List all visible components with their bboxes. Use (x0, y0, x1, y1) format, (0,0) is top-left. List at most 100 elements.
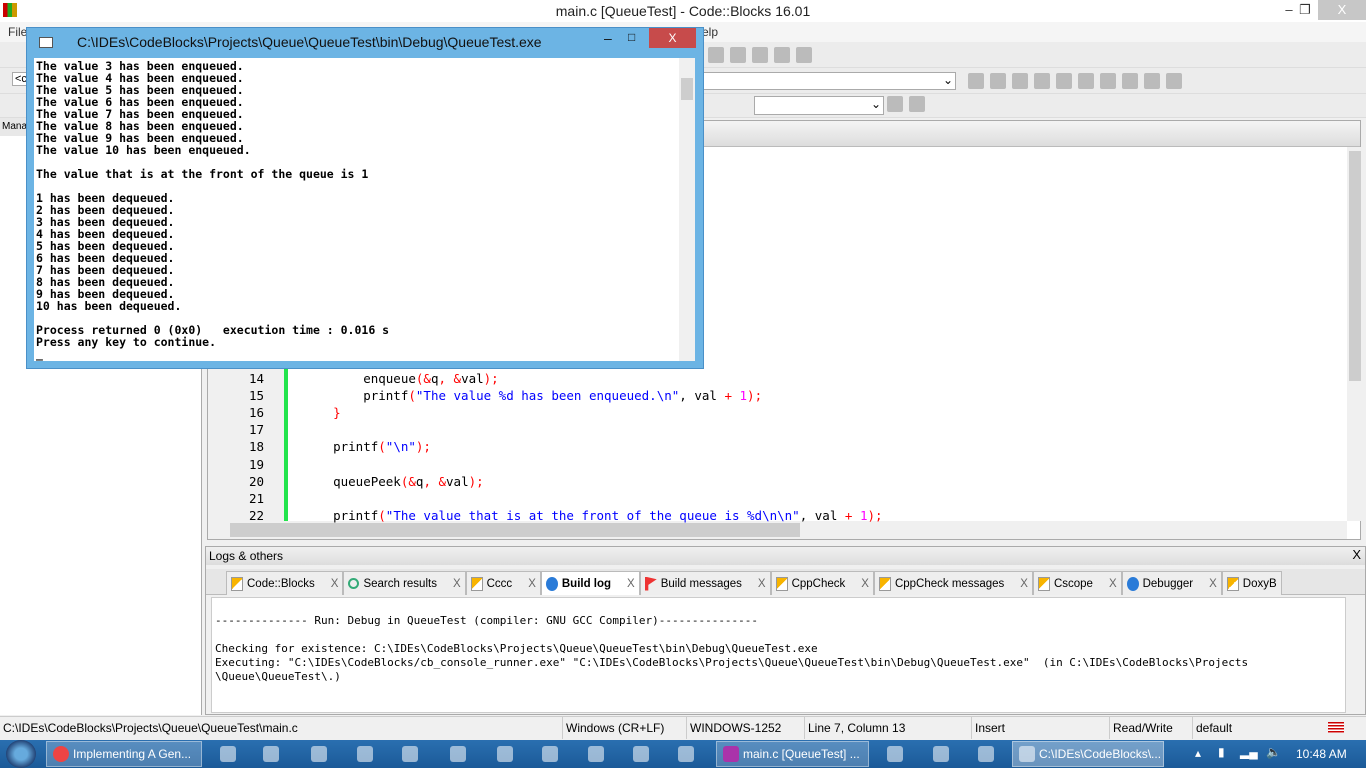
status-file-path: C:\IDEs\CodeBlocks\Projects\Queue\QueueT… (3, 721, 298, 735)
console-maximize-button[interactable]: □ (628, 30, 635, 44)
tab-cccc[interactable]: Cccc X (465, 571, 541, 595)
tab-close-icon[interactable]: X (441, 578, 461, 590)
tab-label: Code::Blocks (247, 577, 315, 590)
tab-debugger[interactable]: Debugger X (1121, 571, 1222, 595)
status-profile: default (1192, 717, 1232, 739)
tab-cppcheck-messages[interactable]: CppCheck messages X (873, 571, 1033, 595)
taskbar-codeblocks[interactable]: main.c [QueueTest] ... (716, 741, 869, 767)
android-icon[interactable] (933, 746, 949, 762)
doxy-icon[interactable] (1056, 73, 1072, 89)
taskbar-console[interactable]: C:\IDEs\CodeBlocks\... (1012, 741, 1164, 767)
tab-close-icon[interactable]: X (849, 578, 869, 590)
replace-icon[interactable] (909, 96, 925, 112)
build-log-output: -------------- Run: Debug in QueueTest (… (211, 597, 1346, 713)
console-scroll-thumb[interactable] (681, 78, 693, 100)
app-icon[interactable] (357, 746, 373, 762)
logs-title: Logs & others (209, 549, 284, 563)
menu-file[interactable]: File (8, 25, 27, 39)
ie-icon[interactable] (220, 746, 236, 762)
console-minimize-button[interactable]: ‒ (604, 30, 612, 46)
menu-help[interactable]: elp (702, 22, 718, 42)
app-icon[interactable] (678, 746, 694, 762)
editor-horizontal-scroll-thumb[interactable] (230, 523, 800, 537)
tab-cppcheck[interactable]: CppCheck X (770, 571, 874, 595)
battery-icon[interactable]: ▮ (1218, 745, 1225, 759)
tab-close-icon[interactable]: X (1197, 578, 1217, 590)
steam-icon[interactable] (588, 746, 604, 762)
code-token: ); (483, 371, 499, 386)
tab-build-messages[interactable]: Build messages X (639, 571, 771, 595)
stop-icon[interactable] (752, 47, 768, 63)
search-combo[interactable]: ⌄ (754, 96, 884, 115)
logs-vertical-scrollbar[interactable] (1347, 597, 1362, 713)
tab-close-icon[interactable]: X (746, 578, 766, 590)
console-scrollbar[interactable] (679, 58, 695, 361)
code-token: "The value %d has been enqueued.\n" (415, 388, 680, 404)
code-token: ); (468, 473, 484, 489)
info-icon[interactable] (796, 47, 812, 63)
app-icon[interactable] (978, 746, 994, 762)
maximize-button[interactable]: ❐ (1290, 0, 1320, 20)
line-number: 15 (248, 388, 264, 404)
code-line: queuePeek(&q, &val); (303, 474, 484, 489)
tab-label: CppCheck (791, 577, 846, 590)
volume-icon[interactable]: 🔈 (1266, 745, 1281, 759)
gamepad-icon[interactable] (633, 746, 649, 762)
settings-icon[interactable] (1100, 73, 1116, 89)
tab-search-results[interactable]: Search results X (343, 571, 466, 595)
network-icon[interactable]: ▂▄ (1240, 745, 1258, 759)
app-title-bar: main.c [QueueTest] - Code::Blocks 16.01 (0, 0, 1366, 22)
code-token: "The value that is at the front of the q… (385, 507, 800, 523)
run-icon[interactable] (708, 47, 724, 63)
window-title: main.c [QueueTest] - Code::Blocks 16.01 (555, 3, 811, 19)
tab-label: CppCheck messages (894, 577, 1005, 590)
app-icon[interactable] (450, 746, 466, 762)
tab-build-log[interactable]: Build log X (540, 571, 640, 595)
logs-panel: Logs & others X Code::Blocks X Search resu… (205, 546, 1366, 715)
search-icon[interactable] (887, 96, 903, 112)
pause-icon[interactable] (730, 47, 746, 63)
app-icon[interactable] (497, 746, 513, 762)
run-to-cursor-icon[interactable] (990, 73, 1006, 89)
debug-window-icon[interactable] (774, 47, 790, 63)
code-line: printf("\n"); (303, 439, 431, 454)
uncomment-icon[interactable] (1034, 73, 1050, 89)
search-icon (348, 578, 360, 589)
function-combo[interactable]: ⌄ (700, 72, 956, 90)
language-flag-icon (1328, 722, 1344, 733)
tab-close-icon[interactable]: X (1097, 578, 1117, 590)
tab-cscope[interactable]: Cscope X (1032, 571, 1122, 595)
app-icon[interactable] (263, 746, 279, 762)
code-token: + (844, 507, 860, 523)
app-icon[interactable] (311, 746, 327, 762)
tab-code-blocks[interactable]: Code::Blocks X (226, 571, 344, 595)
tab-label: Build log (561, 577, 612, 590)
tab-close-icon[interactable]: X (1008, 578, 1028, 590)
bookmark-icon[interactable] (1144, 73, 1160, 89)
editor-vertical-scroll-thumb[interactable] (1349, 151, 1361, 381)
logs-close-button[interactable]: X (1352, 547, 1361, 562)
notepad-icon[interactable] (887, 746, 903, 762)
tray-overflow-icon[interactable]: ▴ (1195, 746, 1201, 760)
note-icon (878, 576, 891, 591)
tab-close-icon[interactable]: X (516, 578, 536, 590)
start-button[interactable] (6, 740, 36, 768)
console-close-button[interactable]: X (649, 28, 696, 48)
close-button[interactable]: X (1318, 0, 1366, 20)
clock[interactable]: 10:48 AM (1296, 740, 1347, 768)
comment-icon[interactable] (1012, 73, 1028, 89)
next-icon[interactable] (1166, 73, 1182, 89)
taskbar-chrome[interactable]: Implementing A Gen... (46, 741, 202, 767)
terminal-icon[interactable] (542, 746, 558, 762)
app-icon[interactable] (402, 746, 418, 762)
code-token: printf (303, 507, 379, 523)
code-token: (& (400, 473, 416, 489)
tab-close-icon[interactable]: X (319, 578, 339, 590)
help-icon[interactable] (1078, 73, 1094, 89)
tab-close-icon[interactable]: X (615, 578, 635, 590)
prev-icon[interactable] (1122, 73, 1138, 89)
build-icon[interactable] (968, 73, 984, 89)
console-window[interactable]: C:\IDEs\CodeBlocks\Projects\Queue\QueueT… (26, 27, 704, 369)
logs-header: Logs & others (206, 547, 1365, 565)
tab-doxyb[interactable]: DoxyB (1221, 571, 1282, 595)
